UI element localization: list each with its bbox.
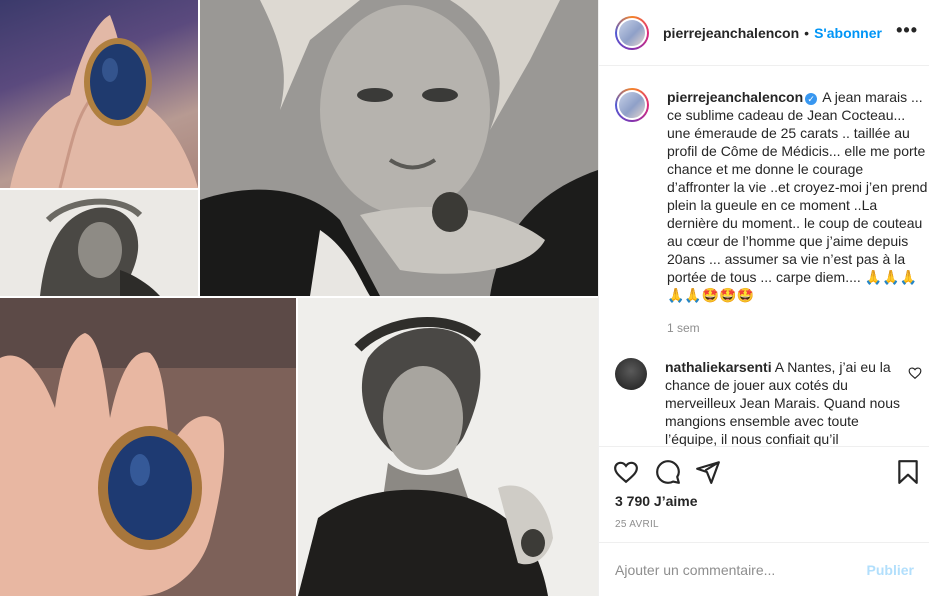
bookmark-icon[interactable]: [895, 459, 921, 485]
heart-icon[interactable]: [613, 459, 639, 485]
photo-ring-hand-top: [0, 0, 198, 188]
photo-profile-sketch: [0, 190, 198, 296]
caption-timestamp[interactable]: 1 sem: [667, 321, 700, 335]
caption-avatar[interactable]: [615, 88, 649, 122]
post-sidebar: pierrejeanchalencon • S'abonner ••• pier…: [598, 0, 929, 596]
verified-badge-icon: ✓: [805, 93, 818, 105]
comment-heart-icon[interactable]: [908, 366, 922, 380]
publish-button[interactable]: Publier: [867, 562, 914, 578]
comment-text: nathaliekarsenti A Nantes, j’ai eu la ch…: [665, 358, 905, 446]
caption-text: pierrejeanchalencon ✓ A jean marais ... c…: [667, 88, 929, 304]
caption-row: pierrejeanchalencon ✓ A jean marais ... c…: [615, 88, 929, 304]
comment-input[interactable]: [615, 561, 867, 578]
comment-row: nathaliekarsenti A Nantes, j’ai eu la ch…: [615, 358, 905, 446]
comments-list[interactable]: pierrejeanchalencon ✓ A jean marais ... c…: [599, 66, 929, 446]
photo-laurel-portrait: [298, 298, 598, 596]
post-header: pierrejeanchalencon • S'abonner •••: [599, 0, 929, 66]
comment-composer: Publier: [599, 542, 929, 596]
post-actions: 3 790 J’aime 25 AVRIL: [599, 446, 929, 550]
follow-button[interactable]: S'abonner: [814, 25, 882, 41]
author-avatar[interactable]: [615, 15, 649, 50]
author-username[interactable]: pierrejeanchalencon: [663, 25, 799, 41]
photo-portrait-bw: [200, 0, 598, 296]
photo-ring-hand-bottom: [0, 298, 296, 596]
comment-author[interactable]: nathaliekarsenti: [665, 359, 772, 375]
post-date[interactable]: 25 AVRIL: [615, 519, 659, 530]
commenter-avatar[interactable]: [615, 358, 647, 390]
post-image-collage[interactable]: [0, 0, 598, 596]
separator-dot: •: [804, 24, 810, 41]
more-icon[interactable]: •••: [896, 20, 918, 41]
caption-body: A jean marais ... ce sublime cadeau de J…: [667, 89, 928, 303]
share-icon[interactable]: [695, 459, 721, 485]
comment-icon[interactable]: [655, 459, 681, 485]
likes-count[interactable]: 3 790 J’aime: [615, 493, 698, 509]
caption-author[interactable]: pierrejeanchalencon: [667, 89, 803, 105]
